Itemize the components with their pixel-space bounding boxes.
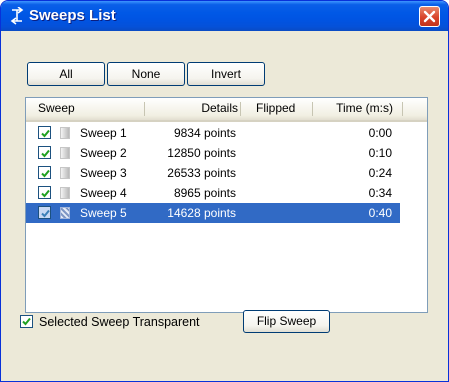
sweep-time: 0:00	[368, 126, 392, 140]
sweeps-list[interactable]: Sweep Details Flipped Time (m:s) Sweep 1…	[25, 97, 428, 313]
sweep-time: 0:24	[368, 166, 392, 180]
column-header-flipped[interactable]: Flipped	[256, 98, 295, 120]
sweep-details: 14628 points	[167, 206, 236, 220]
window-title: Sweeps List	[29, 7, 116, 24]
row-checkbox[interactable]	[38, 206, 51, 219]
sweep-time: 0:40	[368, 206, 392, 220]
column-divider[interactable]	[312, 102, 313, 116]
checkmark-icon	[41, 129, 50, 138]
sweep-color-swatch	[60, 187, 70, 199]
sweep-color-swatch	[60, 127, 70, 139]
table-row-selected[interactable]: Sweep 5 14628 points 0:40	[26, 203, 400, 223]
sweep-name: Sweep 4	[80, 186, 127, 200]
sweep-name: Sweep 5	[80, 206, 127, 220]
close-icon	[423, 10, 436, 23]
transparent-checkbox[interactable]	[20, 315, 33, 328]
sweep-color-swatch	[60, 207, 70, 219]
checkmark-icon	[22, 317, 31, 326]
sweep-details: 8965 points	[173, 186, 236, 200]
sweep-name: Sweep 1	[80, 126, 127, 140]
row-checkbox[interactable]	[38, 126, 51, 139]
column-divider[interactable]	[240, 102, 241, 116]
column-divider[interactable]	[144, 102, 145, 116]
table-row[interactable]: Sweep 2 12850 points 0:10	[26, 143, 400, 163]
title-bar[interactable]: Sweeps List	[1, 1, 448, 31]
sweep-color-swatch	[60, 147, 70, 159]
column-divider[interactable]	[402, 102, 403, 116]
row-checkbox[interactable]	[38, 166, 51, 179]
column-header-details[interactable]: Details	[201, 98, 238, 120]
select-all-button[interactable]: All	[27, 62, 105, 86]
sweep-time: 0:34	[368, 186, 392, 200]
select-none-button[interactable]: None	[107, 62, 185, 86]
sweep-details: 9834 points	[173, 126, 236, 140]
checkmark-icon	[41, 209, 50, 218]
table-row[interactable]: Sweep 4 8965 points 0:34	[26, 183, 400, 203]
transparent-label[interactable]: Selected Sweep Transparent	[39, 312, 200, 332]
table-row[interactable]: Sweep 1 9834 points 0:00	[26, 123, 400, 143]
sweeps-list-window: Sweeps List All None Invert Sweep Detail…	[0, 0, 449, 382]
close-button[interactable]	[419, 6, 440, 27]
table-row[interactable]: Sweep 3 26533 points 0:24	[26, 163, 400, 183]
checkmark-icon	[41, 169, 50, 178]
sweep-color-swatch	[60, 167, 70, 179]
column-header-sweep[interactable]: Sweep	[38, 98, 75, 120]
row-checkbox[interactable]	[38, 146, 51, 159]
sweep-time: 0:10	[368, 146, 392, 160]
row-checkbox[interactable]	[38, 186, 51, 199]
sweep-details: 26533 points	[167, 166, 236, 180]
column-header-time[interactable]: Time (m:s)	[336, 98, 393, 120]
invert-selection-button[interactable]: Invert	[187, 62, 265, 86]
sweep-name: Sweep 3	[80, 166, 127, 180]
checkmark-icon	[41, 149, 50, 158]
flip-sweep-button[interactable]: Flip Sweep	[243, 310, 330, 333]
sweep-app-icon	[9, 6, 25, 25]
checkmark-icon	[41, 189, 50, 198]
sweep-details: 12850 points	[167, 146, 236, 160]
list-header: Sweep Details Flipped Time (m:s)	[26, 98, 427, 122]
sweep-name: Sweep 2	[80, 146, 127, 160]
